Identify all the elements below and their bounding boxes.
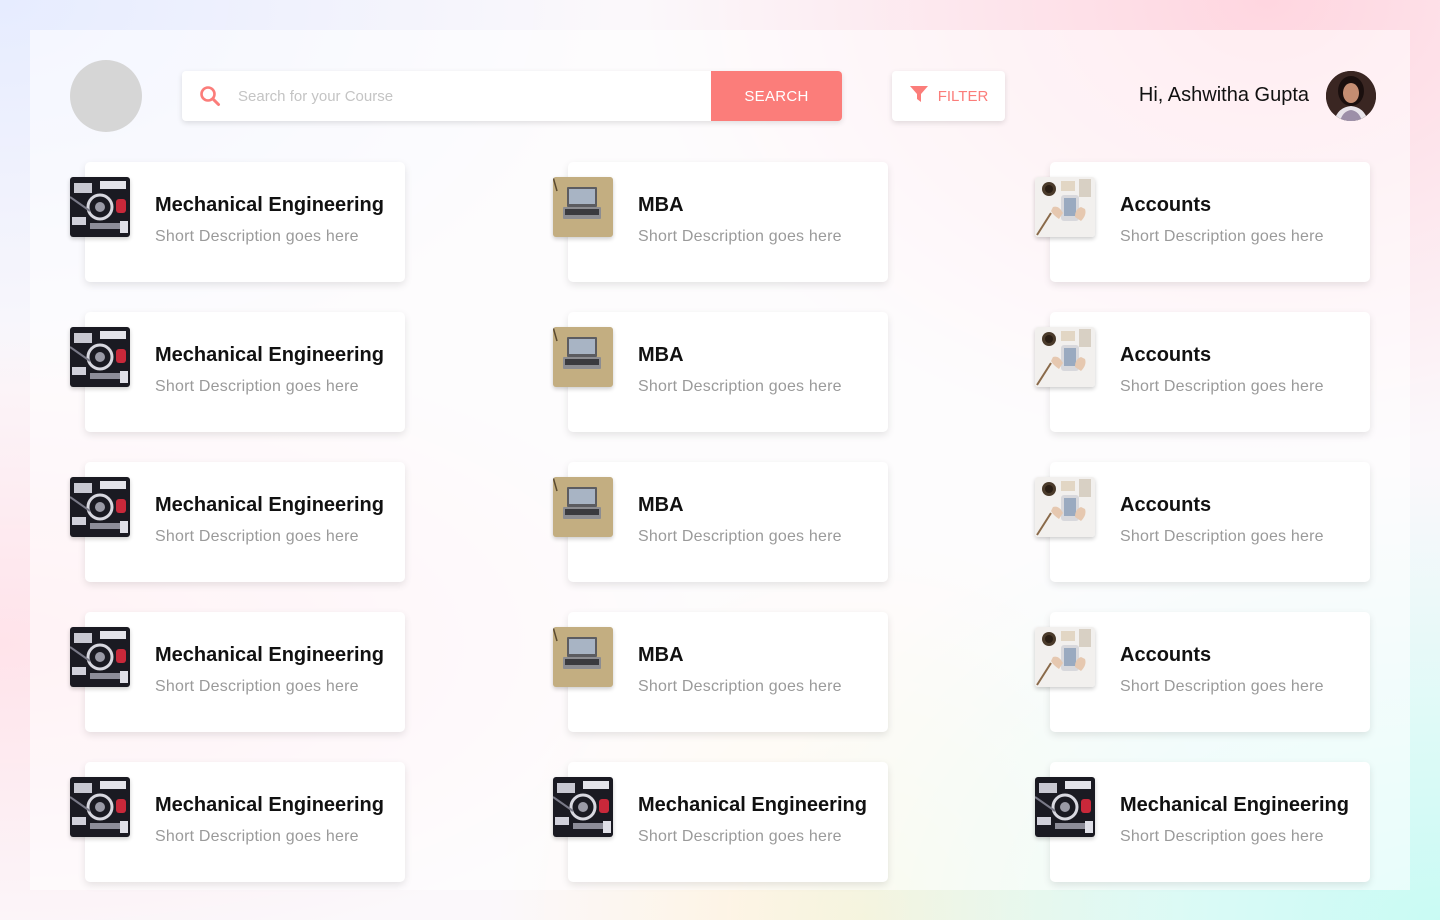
course-title: MBA [638, 194, 684, 216]
course-title: Accounts [1120, 644, 1212, 666]
logo-placeholder[interactable] [70, 60, 142, 132]
course-thumbnail [70, 627, 130, 687]
course-thumbnail [1035, 477, 1095, 537]
course-title: MBA [638, 344, 684, 366]
course-thumbnail [70, 477, 130, 537]
course-description: Short Description goes here [155, 678, 359, 695]
course-description: Short Description goes here [1120, 228, 1324, 245]
search-input[interactable] [238, 71, 711, 121]
course-card[interactable]: Mechanical Engineering Short Description … [70, 162, 405, 282]
course-title: MBA [638, 494, 684, 516]
course-card[interactable]: Mechanical Engineering Short Description … [70, 462, 405, 582]
course-title: Mechanical Engineering [155, 344, 384, 366]
filter-label: FILTER [937, 87, 989, 105]
course-title: Mechanical Engineering [155, 794, 384, 816]
course-thumbnail [1035, 777, 1095, 837]
search-bar: SEARCH [182, 71, 842, 121]
course-title: Mechanical Engineering [638, 794, 867, 816]
course-description: Short Description goes here [638, 828, 842, 845]
search-icon [182, 71, 238, 121]
course-description: Short Description goes here [1120, 678, 1324, 695]
course-title: MBA [638, 644, 684, 666]
user-greeting: Hi, Ashwitha Gupta [1138, 84, 1309, 106]
course-description: Short Description goes here [155, 528, 359, 545]
course-thumbnail [70, 777, 130, 837]
course-description: Short Description goes here [155, 228, 359, 245]
course-description: Short Description goes here [155, 378, 359, 395]
course-card[interactable]: Mechanical Engineering Short Description … [70, 612, 405, 732]
course-card[interactable]: Mechanical Engineering Short Description … [70, 312, 405, 432]
course-description: Short Description goes here [638, 378, 842, 395]
course-thumbnail [1035, 177, 1095, 237]
search-button[interactable]: SEARCH [711, 71, 842, 121]
course-title: Mechanical Engineering [155, 194, 384, 216]
course-card[interactable]: Accounts Short Description goes here [1035, 312, 1370, 432]
course-thumbnail [70, 327, 130, 387]
filter-button[interactable]: FILTER [892, 71, 1005, 121]
course-title: Accounts [1120, 194, 1212, 216]
course-card[interactable]: MBA Short Description goes here [553, 162, 888, 282]
course-description: Short Description goes here [638, 228, 842, 245]
course-description: Short Description goes here [1120, 528, 1324, 545]
course-description: Short Description goes here [1120, 378, 1324, 395]
course-card[interactable]: Accounts Short Description goes here [1035, 162, 1370, 282]
course-description: Short Description goes here [638, 678, 842, 695]
course-card[interactable]: Accounts Short Description goes here [1035, 462, 1370, 582]
filter-icon [909, 84, 929, 108]
course-description: Short Description goes here [1120, 828, 1324, 845]
course-card[interactable]: MBA Short Description goes here [553, 312, 888, 432]
course-title: Mechanical Engineering [155, 494, 384, 516]
course-card[interactable]: MBA Short Description goes here [553, 612, 888, 732]
course-thumbnail [553, 327, 613, 387]
course-thumbnail [553, 477, 613, 537]
user-avatar[interactable] [1326, 71, 1376, 121]
course-description: Short Description goes here [155, 828, 359, 845]
course-title: Mechanical Engineering [1120, 794, 1349, 816]
course-title: Accounts [1120, 344, 1212, 366]
course-thumbnail [1035, 327, 1095, 387]
course-card[interactable]: Accounts Short Description goes here [1035, 612, 1370, 732]
course-card[interactable]: Mechanical Engineering Short Description … [70, 762, 405, 882]
course-thumbnail [553, 627, 613, 687]
course-card[interactable]: MBA Short Description goes here [553, 462, 888, 582]
main-panel [30, 30, 1410, 890]
course-description: Short Description goes here [638, 528, 842, 545]
course-thumbnail [70, 177, 130, 237]
course-thumbnail [553, 777, 613, 837]
course-title: Accounts [1120, 494, 1212, 516]
course-thumbnail [553, 177, 613, 237]
course-card[interactable]: Mechanical Engineering Short Description … [553, 762, 888, 882]
course-thumbnail [1035, 627, 1095, 687]
course-card[interactable]: Mechanical Engineering Short Description … [1035, 762, 1370, 882]
course-title: Mechanical Engineering [155, 644, 384, 666]
